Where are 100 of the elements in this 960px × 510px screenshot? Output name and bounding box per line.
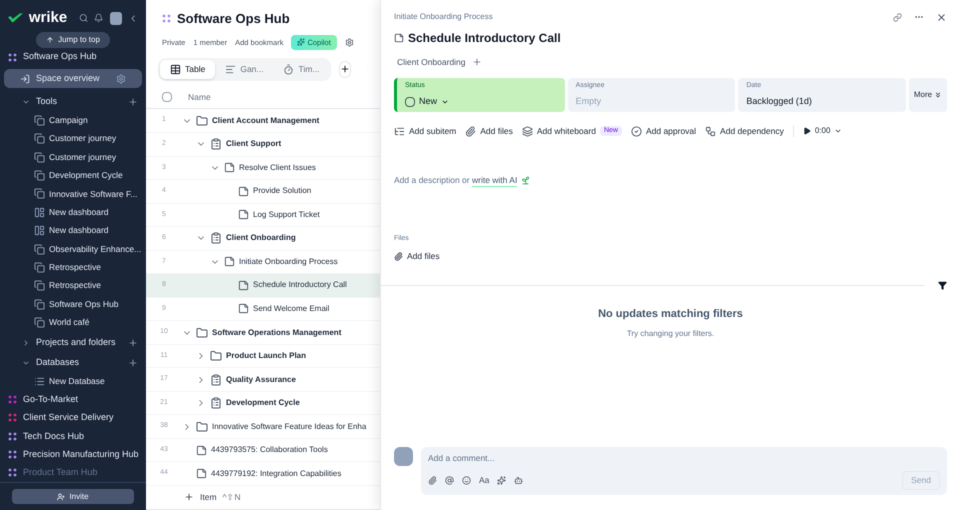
avatar[interactable] <box>110 12 122 24</box>
comment-box[interactable]: Add a comment... Aa Send <box>421 447 947 495</box>
filter-icon[interactable] <box>938 280 947 290</box>
view-tab[interactable]: Table <box>160 60 216 78</box>
tool-item[interactable]: Retrospective <box>0 276 146 295</box>
row-title: Development Cycle <box>226 397 300 410</box>
parent-tag[interactable]: Client Onboarding <box>397 56 466 69</box>
space-name: Software Ops Hub <box>23 50 97 64</box>
space-name: Product Team Hub <box>23 466 98 480</box>
user-plus-icon <box>57 492 66 500</box>
row-title: 4439779192: Integration Capabilities <box>211 468 342 480</box>
more-fields-button[interactable]: More <box>909 78 948 112</box>
sprout-icon <box>521 176 530 185</box>
copy-icon <box>34 133 45 144</box>
close-icon[interactable] <box>936 12 947 22</box>
copy-icon <box>34 316 45 328</box>
settings-icon[interactable] <box>344 38 354 47</box>
timer-button[interactable]: 0:00 <box>802 125 842 138</box>
add-files-button[interactable]: Add files <box>381 250 960 262</box>
row-title: Innovative Software Feature Ideas for Enha <box>212 420 366 433</box>
bot-icon[interactable] <box>514 476 524 486</box>
folder-icon <box>196 326 208 338</box>
space-name: Go-To-Market <box>23 392 78 406</box>
add-icon[interactable] <box>472 57 482 68</box>
clipboard-icon <box>210 374 222 386</box>
view-tab[interactable]: Gan... <box>215 60 274 78</box>
space-item[interactable]: Go-To-Market <box>0 390 146 409</box>
tool-item[interactable]: New dashboard <box>0 221 146 240</box>
task-icon <box>394 33 404 43</box>
task-icon <box>224 256 235 268</box>
view-tab[interactable]: Tim... <box>273 60 330 78</box>
tool-item[interactable]: New Database <box>0 372 146 391</box>
empty-state-hint: Try changing your filters. <box>626 328 716 340</box>
jump-to-top-button[interactable]: Jump to top <box>36 32 110 48</box>
section-header[interactable]: Projects and folders <box>0 334 146 352</box>
row-title: Send Welcome Email <box>253 302 330 315</box>
search-icon[interactable] <box>79 13 88 23</box>
layers-icon <box>522 126 533 137</box>
logo-icon <box>8 12 23 24</box>
task-icon <box>238 303 249 314</box>
folder-icon <box>196 114 208 127</box>
task-icon <box>196 444 207 456</box>
add-item-button[interactable]: Item <box>200 491 217 504</box>
sparkles-icon[interactable] <box>497 476 506 486</box>
row-title: Schedule Introductory Call <box>253 279 347 292</box>
action-button[interactable]: Add approval <box>630 124 696 138</box>
tool-item[interactable]: World café <box>0 313 146 332</box>
clipboard-icon <box>210 232 222 244</box>
dashboard-icon <box>34 206 45 218</box>
space-item[interactable]: Tech Docs Hub <box>0 427 146 446</box>
space-name: Tech Docs Hub <box>23 430 84 443</box>
copy-icon <box>34 244 45 255</box>
tool-item[interactable]: Retrospective <box>0 258 146 277</box>
add-icon[interactable] <box>128 97 138 108</box>
status-value: New <box>419 94 438 108</box>
paperclip-icon <box>465 126 476 137</box>
bell-icon[interactable] <box>94 13 104 23</box>
plus-icon <box>184 492 194 502</box>
tool-item[interactable]: Customer journey <box>0 148 146 166</box>
action-button[interactable]: Add dependency <box>705 124 784 138</box>
description-placeholder[interactable]: Add a description or <box>394 174 472 187</box>
tool-item[interactable]: Innovative Software F... <box>0 184 146 204</box>
space-item[interactable]: Software Ops Hub <box>0 48 146 66</box>
section-header[interactable]: Tools <box>0 93 146 112</box>
copy-icon <box>34 298 45 310</box>
space-name: Precision Manufacturing Hub <box>23 448 139 461</box>
section-header[interactable]: Databases <box>0 354 146 372</box>
comment-field[interactable]: Add a comment... <box>428 452 940 465</box>
tool-item[interactable]: Observability Enhance... <box>0 240 146 258</box>
mention-icon[interactable] <box>445 476 454 486</box>
space-item[interactable]: Precision Manufacturing Hub <box>0 445 146 464</box>
check-circle-icon <box>630 126 642 137</box>
tool-item[interactable]: Campaign <box>0 111 146 130</box>
space-item[interactable]: Client Service Delivery <box>0 408 146 428</box>
invite-button[interactable]: Invite <box>12 489 134 504</box>
link-icon[interactable] <box>893 12 902 22</box>
tool-item[interactable]: New dashboard <box>0 203 146 222</box>
breadcrumb-link[interactable]: Initiate Onboarding Process <box>394 11 893 23</box>
write-with-ai-link[interactable]: write with AI <box>472 174 518 188</box>
column-header: Name <box>188 91 211 104</box>
add-icon[interactable] <box>128 338 138 348</box>
add-icon[interactable] <box>128 358 138 368</box>
format-button[interactable]: Aa <box>479 474 490 487</box>
tool-item[interactable]: Development Cycle <box>0 166 146 185</box>
paperclip-icon[interactable] <box>428 476 437 486</box>
action-button[interactable]: Add files <box>465 124 513 138</box>
add-view-button[interactable] <box>339 60 352 78</box>
emoji-icon[interactable] <box>462 476 471 486</box>
action-button[interactable]: Add subitem <box>394 124 456 138</box>
tool-item[interactable]: Customer journey <box>0 130 146 148</box>
row-title: Software Operations Management <box>212 326 342 338</box>
space-overview-item[interactable]: Space overview <box>4 69 142 88</box>
status-checkbox[interactable] <box>405 96 415 106</box>
task-title: Schedule Introductory Call <box>408 30 561 47</box>
clipboard-icon <box>210 138 222 150</box>
table-icon <box>170 64 181 75</box>
row-title: Client Account Management <box>212 114 320 127</box>
tool-item[interactable]: Software Ops Hub <box>0 294 146 314</box>
select-all-checkbox[interactable] <box>162 92 172 102</box>
task-icon <box>238 280 249 291</box>
